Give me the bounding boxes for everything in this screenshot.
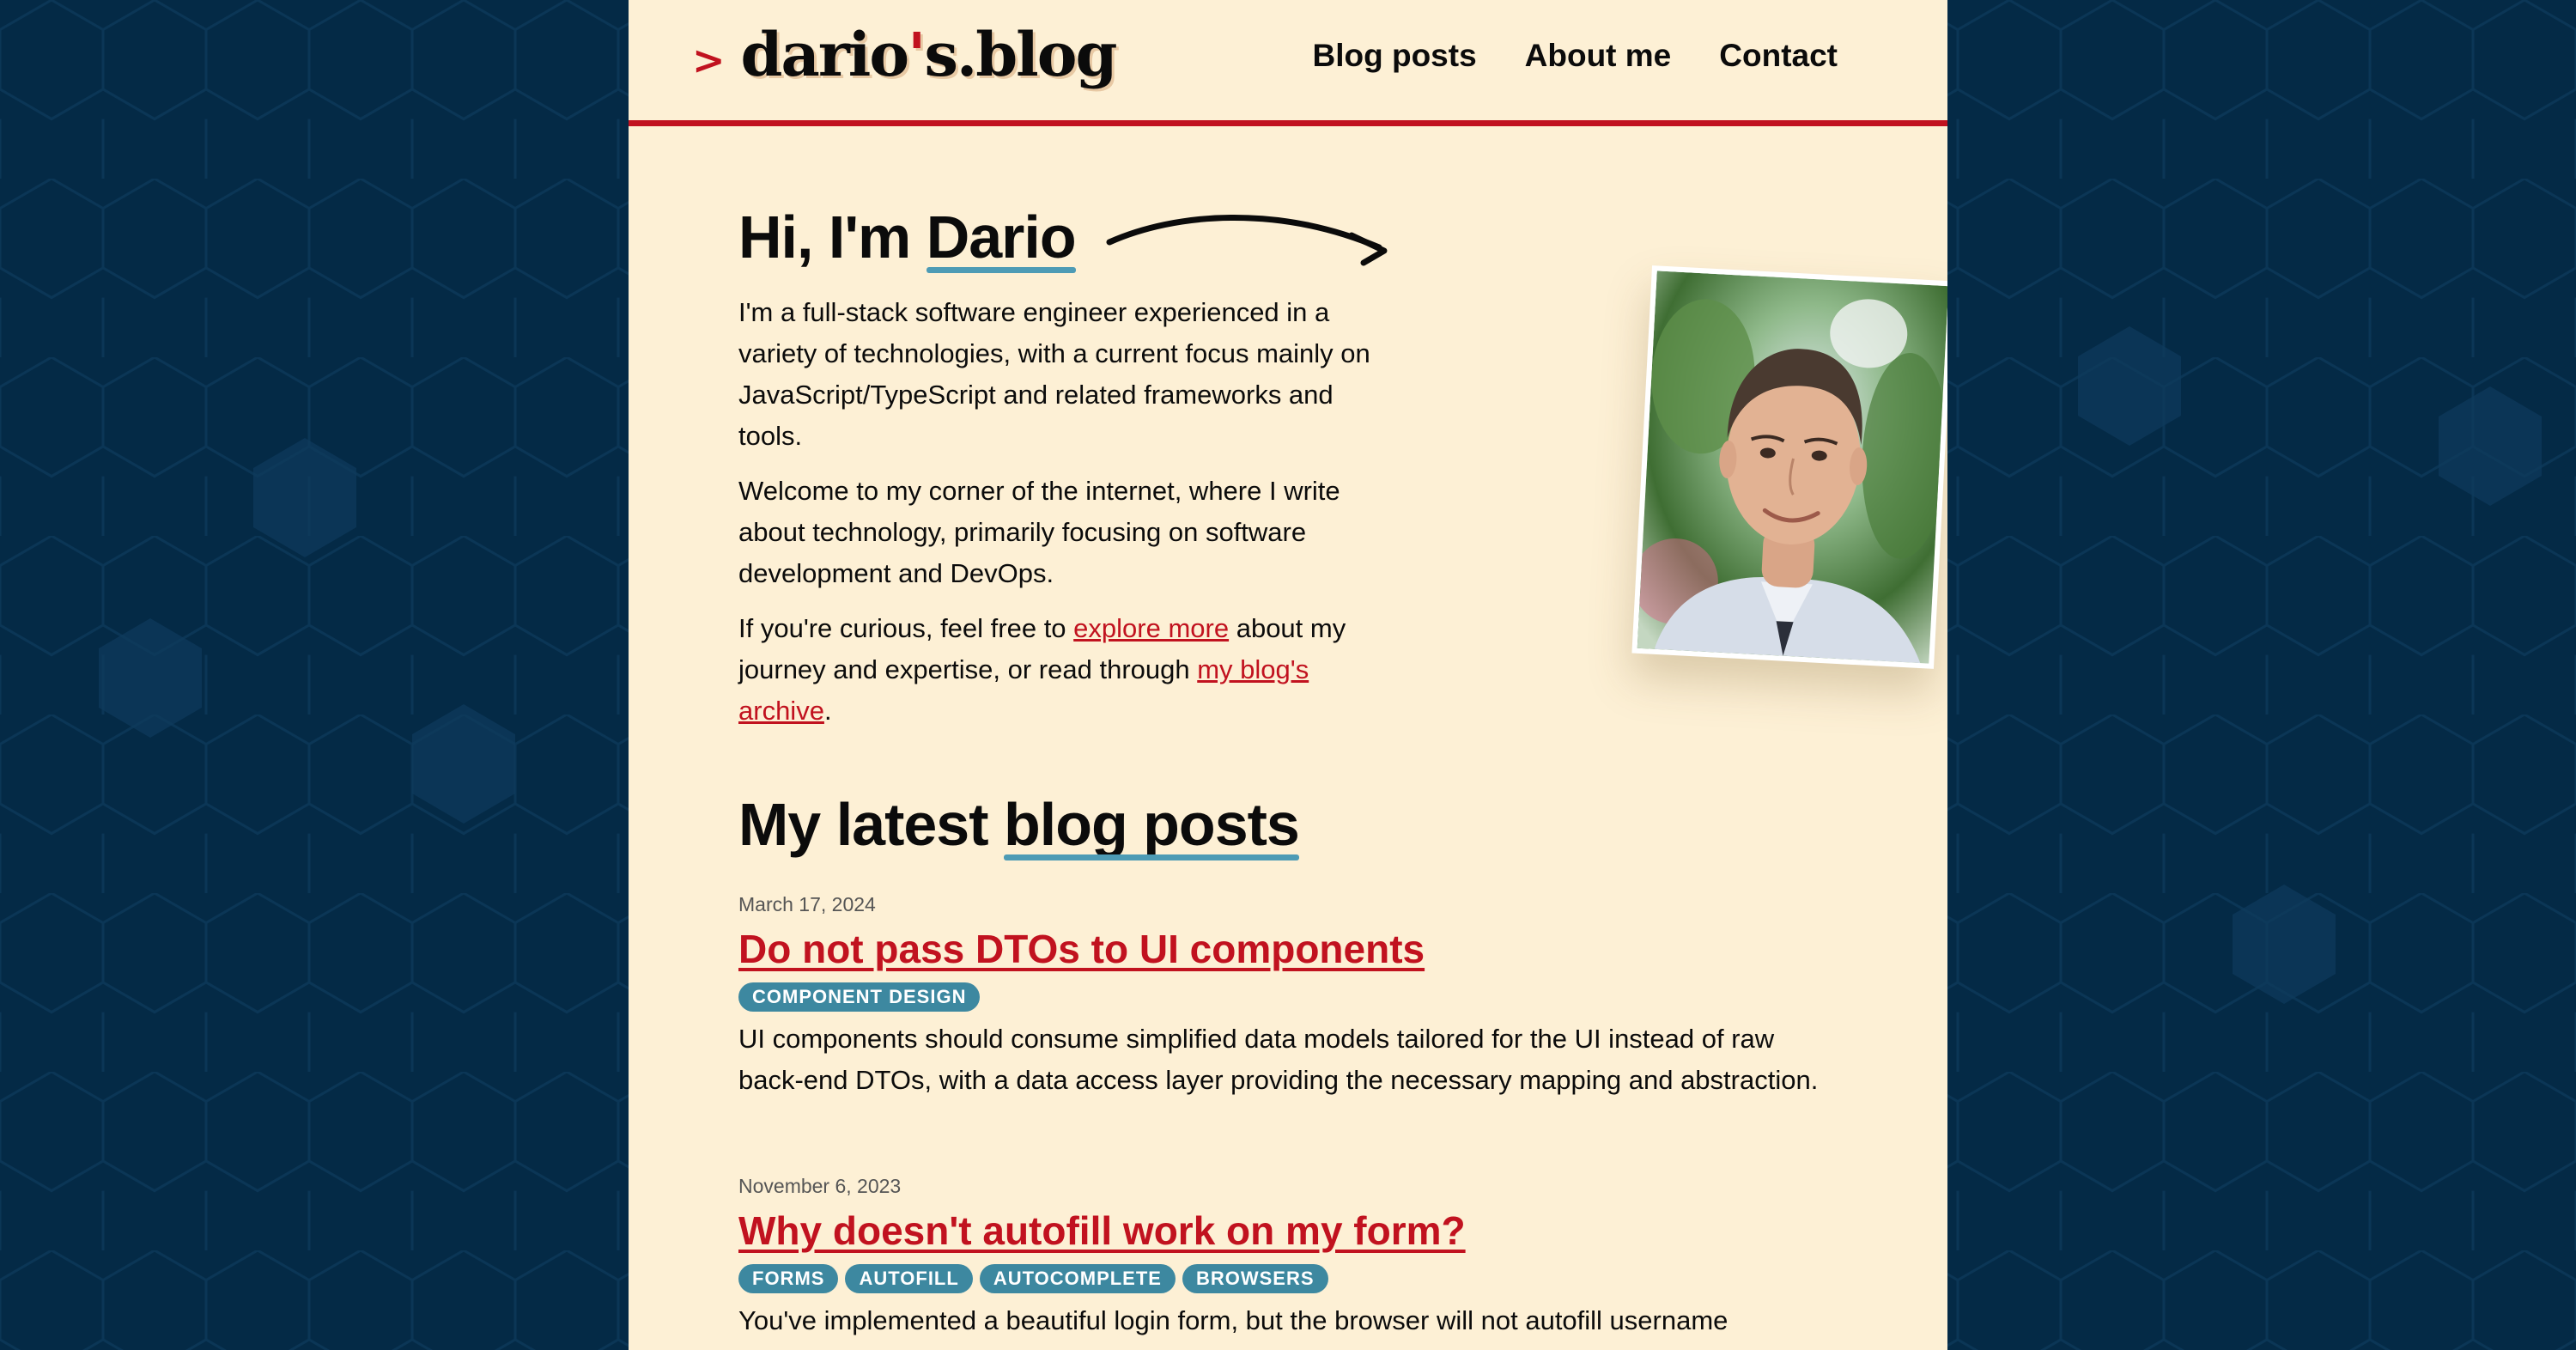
hero-title-prefix: Hi, I'm <box>738 204 927 271</box>
logo-chevron-icon: > <box>692 36 726 83</box>
intro-p3-text-1: If you're curious, feel free to <box>738 613 1074 643</box>
post-tags: FORMS AUTOFILL AUTOCOMPLETE BROWSERS <box>738 1264 1846 1293</box>
post-title-link[interactable]: Do not pass DTOs to UI components <box>738 926 1425 972</box>
hero-title: Hi, I'm Dario <box>738 203 1077 273</box>
post-date: November 6, 2023 <box>738 1175 902 1197</box>
tag-autofill[interactable]: AUTOFILL <box>845 1264 973 1293</box>
post-item: November 6, 2023 Why doesn't autofill wo… <box>738 1175 1846 1341</box>
post-item: March 17, 2024 Do not pass DTOs to UI co… <box>738 893 1846 1101</box>
profile-photo-image <box>1637 271 1947 664</box>
tag-component-design[interactable]: COMPONENT DESIGN <box>738 982 981 1012</box>
explore-more-link[interactable]: explore more <box>1073 613 1229 643</box>
post-description: You've implemented a beautiful login for… <box>738 1305 1728 1335</box>
intro-p3-text-3: . <box>823 696 832 726</box>
logo-text-part1: dario <box>740 19 909 90</box>
intro-text: I'm a full-stack software engineer exper… <box>738 292 1391 745</box>
latest-posts-title: My latest blog posts <box>738 790 1300 860</box>
intro-paragraph-1: I'm a full-stack software engineer exper… <box>738 297 1370 451</box>
logo-apostrophe: ' <box>908 19 926 90</box>
main-nav: Blog posts About me Contact <box>1312 38 1838 74</box>
hero-title-name: Dario <box>926 204 1077 273</box>
intro-paragraph-3: If you're curious, feel free to explore … <box>738 608 1391 732</box>
logo-text-part2: s.blog <box>924 19 1117 90</box>
site-header: > dario's.blog Blog posts About me Conta… <box>629 0 1947 126</box>
nav-blog-posts[interactable]: Blog posts <box>1312 38 1476 74</box>
latest-title-prefix: My latest <box>738 791 1004 858</box>
nav-about-me[interactable]: About me <box>1525 38 1672 74</box>
hand-drawn-arrow-icon <box>1106 215 1388 266</box>
post-title-link[interactable]: Why doesn't autofill work on my form? <box>738 1207 1466 1254</box>
post-date: March 17, 2024 <box>738 893 876 915</box>
tag-forms[interactable]: FORMS <box>738 1264 839 1293</box>
intro-paragraph-2: Welcome to my corner of the internet, wh… <box>738 476 1340 588</box>
post-tags: COMPONENT DESIGN <box>738 982 1846 1012</box>
site-logo[interactable]: > dario's.blog <box>692 19 1118 90</box>
tag-autocomplete[interactable]: AUTOCOMPLETE <box>979 1264 1176 1293</box>
logo-text: dario's.blog <box>740 19 1118 90</box>
profile-photo <box>1631 265 1947 669</box>
portrait-illustration <box>1637 271 1947 664</box>
latest-title-highlight: blog posts <box>1004 791 1300 860</box>
post-description: UI components should consume simplified … <box>738 1024 1819 1095</box>
tag-browsers[interactable]: BROWSERS <box>1182 1264 1328 1293</box>
nav-contact[interactable]: Contact <box>1719 38 1838 74</box>
page-container: > dario's.blog Blog posts About me Conta… <box>629 0 1947 1350</box>
